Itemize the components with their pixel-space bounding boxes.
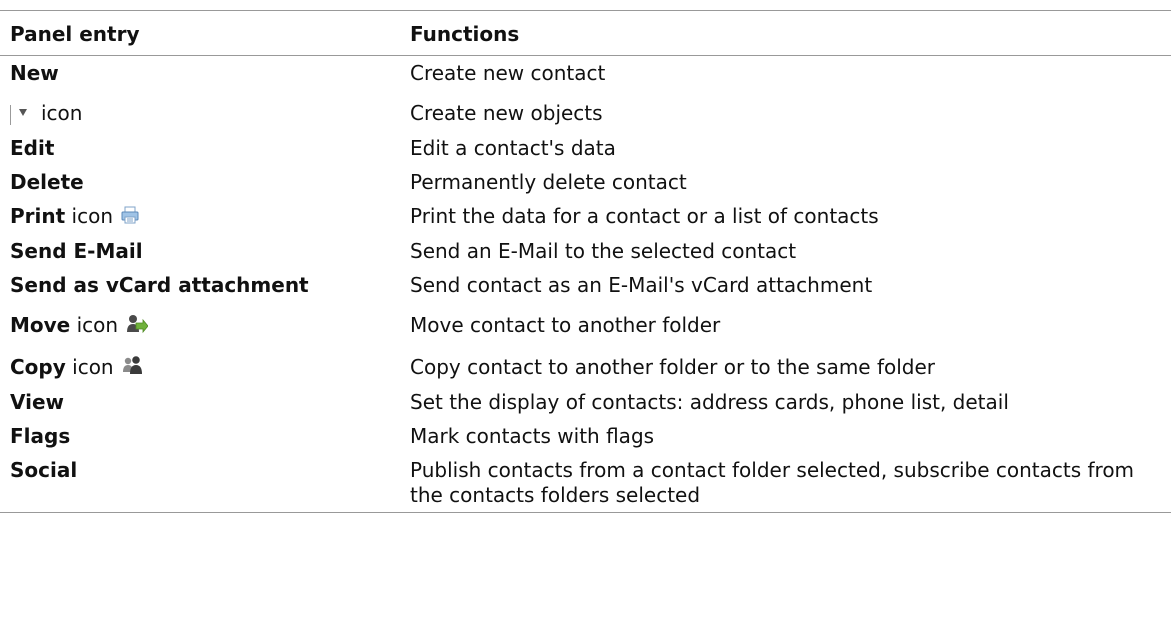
dropdown-triangle-icon (19, 97, 27, 122)
entry-cell: icon (0, 90, 400, 131)
table-row: Copy icon Copy contact to another folder… (0, 344, 1171, 386)
copy-contact-icon (122, 355, 144, 381)
function-cell: Edit a contact's data (410, 136, 616, 160)
function-cell: Move contact to another folder (410, 313, 721, 337)
entry-name: Flags (10, 424, 71, 448)
separator-icon (10, 104, 11, 125)
table-row: Delete Permanently delete contact (0, 165, 1171, 199)
header-functions: Functions (410, 22, 520, 46)
entry-name: View (10, 390, 65, 414)
entry-name: icon (41, 101, 83, 125)
table-row: Edit Edit a contact's data (0, 131, 1171, 165)
entry-cell: Edit (0, 131, 400, 165)
table-row: Print icon Print the data for a contact … (0, 199, 1171, 234)
function-cell: Send contact as an E-Mail's vCard attach… (410, 273, 873, 297)
table-row: Send E-Mail Send an E-Mail to the select… (0, 234, 1171, 268)
printer-icon (121, 205, 139, 230)
entry-name: Print (10, 204, 66, 228)
entry-cell: Send as vCard attachment (0, 268, 400, 302)
entry-cell: Move icon (0, 302, 400, 344)
entry-suffix: icon (72, 354, 114, 379)
move-contact-icon (126, 314, 149, 340)
panel-functions-table: Panel entry Functions New Create new con… (0, 10, 1171, 513)
entry-name: Copy (10, 354, 66, 379)
function-cell: Send an E-Mail to the selected contact (410, 239, 797, 263)
function-cell: Permanently delete contact (410, 170, 687, 194)
table-row: Flags Mark contacts with flags (0, 419, 1171, 453)
function-cell: Set the display of contacts: address car… (410, 390, 1009, 414)
table-row: View Set the display of contacts: addres… (0, 385, 1171, 419)
function-cell: Copy contact to another folder or to the… (410, 354, 936, 379)
entry-cell: Copy icon (0, 344, 400, 386)
entry-cell: Delete (0, 165, 400, 199)
entry-name: Delete (10, 170, 84, 194)
entry-cell: Print icon (0, 199, 400, 234)
entry-cell: Send E-Mail (0, 234, 400, 268)
table-row: Send as vCard attachment Send contact as… (0, 268, 1171, 302)
entry-cell: View (0, 385, 400, 419)
function-cell: Create new objects (410, 101, 603, 125)
entry-cell: Social (0, 453, 400, 513)
function-cell: Publish contacts from a contact folder s… (400, 453, 1171, 513)
entry-suffix: icon (71, 204, 114, 228)
entry-cell: New (0, 56, 400, 91)
entry-name: Send as vCard attachment (10, 273, 309, 297)
table-row: Social Publish contacts from a contact f… (0, 453, 1171, 513)
header-panel-entry: Panel entry (10, 22, 140, 46)
entry-suffix: icon (76, 313, 119, 337)
entry-name: Edit (10, 136, 55, 160)
entry-name: Move (10, 313, 71, 337)
function-cell: Print the data for a contact or a list o… (410, 204, 879, 228)
table-row: icon Create new objects (0, 90, 1171, 131)
table-row: Move icon Move contact to another folder (0, 302, 1171, 344)
entry-name: New (10, 61, 59, 85)
entry-name: Social (10, 458, 78, 482)
table-header-row: Panel entry Functions (0, 10, 1171, 56)
function-cell: Mark contacts with flags (410, 424, 655, 448)
function-cell: Create new contact (410, 61, 606, 85)
entry-name: Send E-Mail (10, 239, 143, 263)
entry-cell: Flags (0, 419, 400, 453)
table-row: New Create new contact (0, 56, 1171, 91)
